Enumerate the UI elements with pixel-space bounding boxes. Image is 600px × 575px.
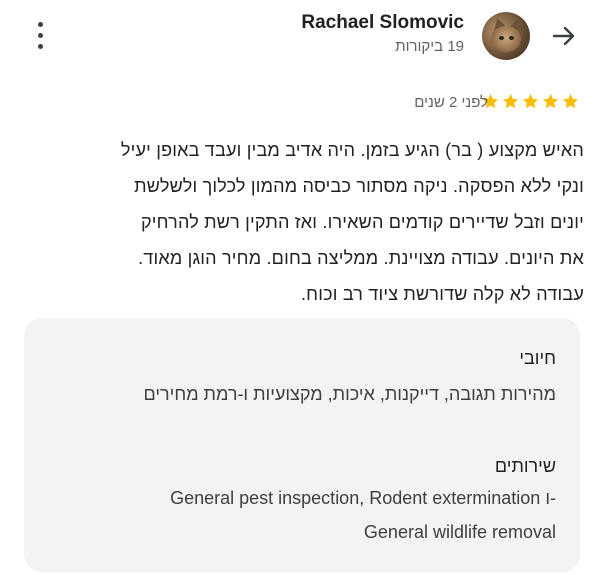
forward-arrow-button[interactable] [546, 18, 582, 54]
services-value-line1: General pest inspection, Rodent extermin… [170, 488, 556, 508]
services-value-line2: General wildlife removal [363, 522, 556, 542]
reviewer-name[interactable]: Rachael Slomovic [301, 12, 464, 34]
review-details-panel: חיובי מהירות תגובה, דייקנות, איכות, מקצו… [24, 318, 580, 572]
reviewer-review-count: 19 ביקורות [395, 38, 464, 55]
review-text-line: יונים וזבל שדיירים קודמים השאירו. ואז הת… [140, 212, 584, 232]
arrow-right-icon [552, 26, 575, 46]
avatar[interactable] [482, 12, 530, 60]
more-options-button[interactable] [30, 20, 52, 52]
star-icon [502, 93, 519, 109]
review-text-line: את היונים. עבודה מצויינת. ממליצה בחום. מ… [138, 248, 584, 268]
positives-value: מהירות תגובה, דייקנות, איכות, מקצועיות ו… [143, 384, 556, 404]
review-text-line: עבודה לא קלה שדורשת ציוד רב וכוח. [300, 284, 584, 304]
review-text-line: ונקי ללא הפסקה. ניקה מסתור כביסה מהמון ל… [134, 176, 584, 196]
star-icon [562, 93, 579, 109]
review-header: Rachael Slomovic 19 ביקורות [0, 0, 600, 80]
positives-label: חיובי [519, 348, 556, 368]
star-icon [542, 93, 559, 109]
review-text: האיש מקצוע ( בר) הגיע בזמן. היה אדיב מבי… [24, 132, 584, 312]
services-label: שירותים [494, 456, 556, 476]
star-rating [481, 92, 580, 114]
review-time: לפני 2 שנים [414, 94, 488, 111]
star-icon [522, 93, 539, 109]
review-text-line: האיש מקצוע ( בר) הגיע בזמן. היה אדיב מבי… [120, 140, 584, 160]
